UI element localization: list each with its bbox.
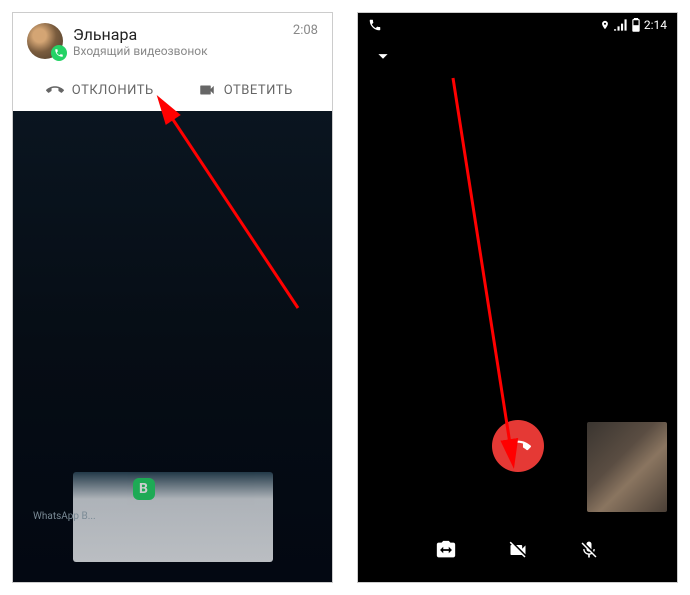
whatsapp-badge-icon bbox=[51, 45, 67, 61]
caller-avatar bbox=[27, 23, 63, 59]
mic-off-icon bbox=[579, 539, 599, 561]
video-icon bbox=[198, 83, 216, 97]
notification-text: Эльнара Входящий видеозвонок bbox=[73, 25, 283, 58]
phone-dim-overlay: B WhatsApp B... bbox=[13, 108, 332, 582]
decline-label: ОТКЛОНИТЬ bbox=[72, 83, 154, 98]
decline-button[interactable]: ОТКЛОНИТЬ bbox=[27, 69, 173, 111]
caller-name: Эльнара bbox=[73, 25, 283, 44]
call-type-label: Входящий видеозвонок bbox=[73, 44, 283, 58]
phone-icon bbox=[368, 18, 382, 32]
phone-hangup-icon bbox=[46, 81, 64, 99]
status-right: 2:14 bbox=[600, 18, 667, 32]
camera-switch-icon bbox=[435, 539, 457, 561]
background-app-label: WhatsApp B... bbox=[33, 511, 96, 522]
chevron-down-icon bbox=[372, 45, 394, 67]
minimize-call-button[interactable] bbox=[358, 37, 677, 80]
answer-button[interactable]: ОТВЕТИТЬ bbox=[173, 69, 319, 111]
status-bar: 2:14 bbox=[358, 13, 677, 37]
annotation-arrow-icon bbox=[443, 68, 593, 478]
self-video-preview[interactable] bbox=[587, 422, 667, 512]
answer-label: ОТВЕТИТЬ bbox=[224, 83, 293, 98]
switch-camera-button[interactable] bbox=[432, 536, 460, 564]
signal-icon bbox=[614, 19, 628, 31]
toggle-video-button[interactable] bbox=[504, 536, 532, 564]
whatsapp-business-badge-icon: B bbox=[133, 478, 155, 500]
notification-actions: ОТКЛОНИТЬ ОТВЕТИТЬ bbox=[27, 69, 318, 111]
toggle-mic-button[interactable] bbox=[575, 536, 603, 564]
incoming-call-notification: Эльнара Входящий видеозвонок 2:08 ОТКЛОН… bbox=[13, 13, 332, 111]
end-call-icon bbox=[505, 433, 531, 459]
location-icon bbox=[600, 18, 610, 32]
video-off-icon bbox=[506, 540, 530, 560]
battery-icon bbox=[632, 18, 640, 32]
call-controls bbox=[358, 536, 677, 564]
notification-header: Эльнара Входящий видеозвонок 2:08 bbox=[27, 23, 318, 59]
background-app-preview: B bbox=[73, 472, 273, 562]
status-time: 2:14 bbox=[644, 18, 667, 32]
phone-left-incoming-call: B WhatsApp B... Эльнара Входящий видеозв… bbox=[12, 12, 333, 583]
notification-time: 2:08 bbox=[293, 23, 318, 38]
status-left bbox=[368, 18, 382, 32]
phone-right-active-call: 2:14 bbox=[357, 12, 678, 583]
end-call-button[interactable] bbox=[492, 420, 544, 472]
